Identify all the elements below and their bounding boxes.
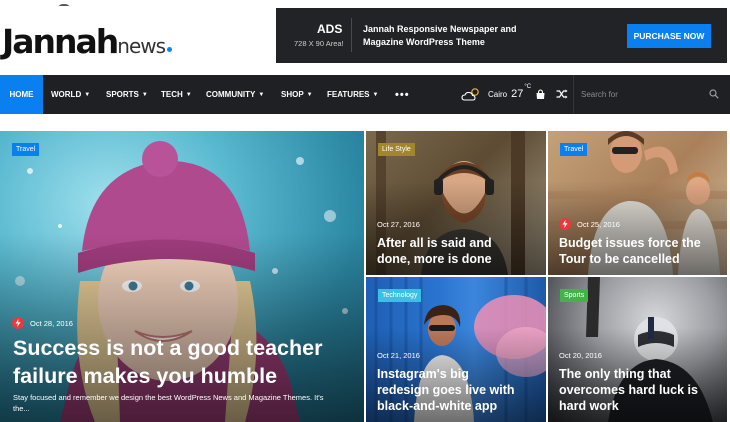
post-date: Oct 28, 2016 xyxy=(30,318,73,328)
post-title[interactable]: Budget issues force the Tour to be cance… xyxy=(559,235,701,267)
nav-label: COMMUNITY xyxy=(206,90,256,99)
post-meta: Oct 20, 2016 xyxy=(559,351,602,360)
caret-down-icon: ▼ xyxy=(258,91,265,98)
shopping-bag-icon[interactable] xyxy=(533,87,547,101)
post-title[interactable]: The only thing that overcomes hard luck … xyxy=(559,366,698,414)
category-badge[interactable]: Travel xyxy=(12,143,40,156)
shuffle-icon[interactable] xyxy=(555,87,569,101)
category-badge[interactable]: Life Style xyxy=(378,143,415,156)
post-date: Oct 27, 2016 xyxy=(377,220,420,229)
main-nav: HOME WORLD ▼ SPORTS ▼ TECH ▼ COMMUNITY ▼ SHO… xyxy=(0,75,730,114)
post-card[interactable]: Technology Oct 21, 2016 Instagram's big … xyxy=(366,277,546,422)
post-meta: Oct 27, 2016 xyxy=(377,220,420,229)
nav-label: HOME xyxy=(9,90,34,99)
nav-label: SPORTS xyxy=(106,90,139,99)
ad-title: ADS xyxy=(317,22,343,36)
caret-down-icon: ▼ xyxy=(306,91,313,98)
nav-item-community[interactable]: COMMUNITY ▼ xyxy=(206,75,264,114)
caret-down-icon: ▼ xyxy=(372,91,379,98)
ad-size: 728 X 90 Area! xyxy=(294,39,344,48)
caret-down-icon: ▼ xyxy=(84,91,91,98)
nav-item-home[interactable]: HOME xyxy=(0,75,43,114)
weather-unit: °C xyxy=(524,84,532,90)
weather-city: Cairo xyxy=(488,89,508,99)
post-title-line: The only thing that xyxy=(559,367,671,381)
post-excerpt-line: Stay focused and remember we design the … xyxy=(13,393,324,402)
post-excerpt-line: the... xyxy=(13,404,30,413)
post-meta: Oct 25, 2016 xyxy=(559,218,620,230)
purchase-now-button[interactable]: PURCHASE NOW xyxy=(627,24,711,48)
post-title-line: Instagram's big xyxy=(377,367,469,381)
post-title-line: hard work xyxy=(559,399,619,413)
nav-item-shop[interactable]: SHOP ▼ xyxy=(281,75,313,114)
nav-item-tech[interactable]: TECH ▼ xyxy=(161,75,192,114)
logo-accent-icon xyxy=(59,4,69,8)
logo-sub-text: news xyxy=(117,34,166,58)
more-menu-icon[interactable]: ••• xyxy=(395,75,410,114)
category-badge[interactable]: Technology xyxy=(378,289,422,302)
nav-item-world[interactable]: WORLD ▼ xyxy=(51,75,90,114)
trending-bolt-icon xyxy=(559,218,571,230)
caret-down-icon: ▼ xyxy=(141,91,148,98)
logo-dot-icon xyxy=(167,47,173,52)
nav-label: WORLD xyxy=(51,90,82,99)
featured-post[interactable]: Travel Oct 28, 2016 Success is not a goo… xyxy=(0,131,364,422)
logo-main-text: Jannah xyxy=(2,22,119,61)
post-card[interactable]: Sports Oct 20, 2016 The only thing that … xyxy=(548,277,727,422)
site-logo[interactable]: Jannah news xyxy=(2,14,173,61)
post-date: Oct 25, 2016 xyxy=(577,219,620,229)
post-card[interactable]: Life Style Oct 27, 2016 After all is sai… xyxy=(366,131,546,275)
post-excerpt: Stay focused and remember we design the … xyxy=(13,392,358,414)
ad-text: Jannah Responsive Newspaper and Magazine… xyxy=(363,24,517,47)
category-badge[interactable]: Sports xyxy=(560,289,589,302)
nav-label: FEATURES xyxy=(327,90,370,99)
post-title-line: redesign goes live with xyxy=(377,383,515,397)
post-title-line: Budget issues force the xyxy=(559,236,701,250)
category-badge[interactable]: Travel xyxy=(560,143,588,156)
post-date: Oct 21, 2016 xyxy=(377,351,420,360)
post-title-line: After all is said and xyxy=(377,236,492,250)
post-card[interactable]: Travel Oct 25, 2016 Budget issues force … xyxy=(548,131,727,275)
caret-down-icon: ▼ xyxy=(185,91,192,98)
post-meta: Oct 28, 2016 xyxy=(12,317,73,329)
post-title-line: black-and-white app xyxy=(377,399,498,413)
search-input[interactable] xyxy=(574,81,702,108)
ad-divider xyxy=(351,18,352,52)
post-title[interactable]: Success is not a good teacher failure ma… xyxy=(13,334,322,390)
ad-banner[interactable]: ADS 728 X 90 Area! Jannah Responsive New… xyxy=(276,8,727,63)
post-title-line: Tour to be cancelled xyxy=(559,252,680,266)
post-title-line: overcomes hard luck is xyxy=(559,383,698,397)
post-title-line: done, more is done xyxy=(377,252,492,266)
nav-item-sports[interactable]: SPORTS ▼ xyxy=(106,75,148,114)
nav-label: SHOP xyxy=(281,90,304,99)
trending-bolt-icon xyxy=(12,317,24,329)
post-title[interactable]: After all is said and done, more is done xyxy=(377,235,492,267)
weather-widget: Cairo 27 °C xyxy=(461,84,531,104)
post-title-line: Success is not a good teacher xyxy=(13,336,323,360)
weather-temp: 27 xyxy=(511,88,524,100)
post-title[interactable]: Instagram's big redesign goes live with … xyxy=(377,366,515,414)
search-icon[interactable] xyxy=(707,87,721,101)
nav-item-features[interactable]: FEATURES ▼ xyxy=(327,75,378,114)
cloud-sun-icon xyxy=(461,88,479,101)
post-meta: Oct 21, 2016 xyxy=(377,351,420,360)
post-date: Oct 20, 2016 xyxy=(559,351,602,360)
nav-label: TECH xyxy=(161,90,183,99)
post-title-line: failure makes you humble xyxy=(13,364,278,388)
